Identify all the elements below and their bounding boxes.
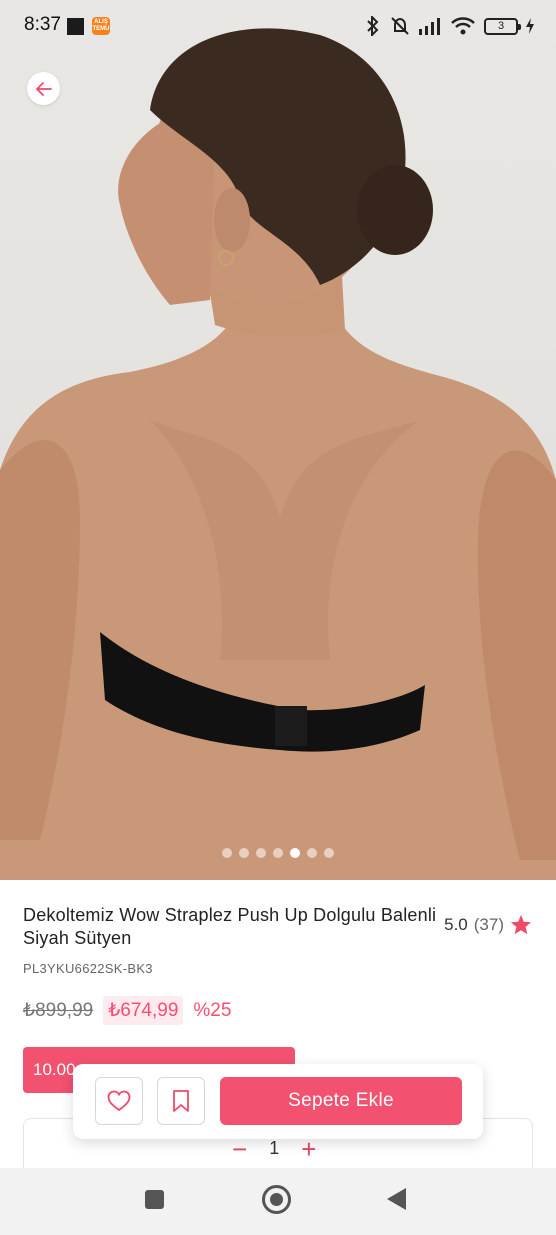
- recent-apps-button[interactable]: [145, 1190, 164, 1209]
- action-bar: Sepete Ekle: [73, 1064, 483, 1139]
- quantity-stepper[interactable]: − 1 +: [232, 1136, 316, 1162]
- gallery-dot[interactable]: [239, 848, 249, 858]
- gallery-dot[interactable]: [324, 848, 334, 858]
- status-icons: 3: [364, 14, 534, 38]
- status-time: 8:37: [24, 14, 61, 35]
- add-to-cart-button[interactable]: Sepete Ekle: [220, 1077, 462, 1125]
- product-sku: PL3YKU6622SK-BK3: [23, 961, 153, 976]
- save-list-button[interactable]: [157, 1077, 205, 1125]
- heart-icon: [107, 1090, 131, 1112]
- mute-bell-icon: [391, 17, 409, 35]
- quantity-value: 1: [269, 1138, 280, 1158]
- status-bar: 8:37 ALIŞ TEMU 3: [0, 0, 556, 52]
- bluetooth-icon: [367, 16, 379, 36]
- price-row: ₺899,99 ₺674,99 %25: [23, 996, 231, 1025]
- gallery-dot-active[interactable]: [290, 848, 300, 858]
- quantity-decrease-button[interactable]: −: [232, 1136, 247, 1162]
- rating-value: 5.0: [444, 914, 468, 934]
- battery-icon: 3: [484, 17, 521, 35]
- favorite-button[interactable]: [95, 1077, 143, 1125]
- gallery-dot[interactable]: [222, 848, 232, 858]
- review-count: (37): [473, 914, 504, 934]
- product-title: Dekoltemiz Wow Straplez Push Up Dolgulu …: [23, 905, 437, 948]
- campaign-label: 10.00: [33, 1060, 76, 1079]
- gallery-dot[interactable]: [256, 848, 266, 858]
- star-icon: [510, 914, 532, 935]
- product-rating[interactable]: 5.0 (37): [444, 914, 532, 935]
- arrow-left-icon: [35, 81, 52, 96]
- gallery-dot[interactable]: [307, 848, 317, 858]
- product-image[interactable]: [0, 0, 556, 880]
- bookmark-icon: [173, 1090, 189, 1112]
- gallery-dot[interactable]: [273, 848, 283, 858]
- old-price: ₺899,99: [23, 1000, 94, 1021]
- discount-badge: %25: [193, 999, 232, 1021]
- new-price: ₺674,99: [103, 996, 184, 1025]
- product-photo: [0, 28, 556, 880]
- app-notification-icon: ALIŞ TEMU: [92, 17, 110, 35]
- home-button[interactable]: [262, 1185, 291, 1214]
- charging-icon: [526, 18, 534, 34]
- signal-icon: [419, 18, 440, 35]
- wifi-icon: [451, 17, 475, 35]
- gallery-pagination[interactable]: [0, 848, 556, 858]
- quantity-increase-button[interactable]: +: [301, 1136, 316, 1162]
- system-nav-bar: [0, 1168, 556, 1235]
- system-back-button[interactable]: [387, 1188, 406, 1210]
- back-button[interactable]: [27, 72, 60, 105]
- notification-icon: [67, 18, 84, 35]
